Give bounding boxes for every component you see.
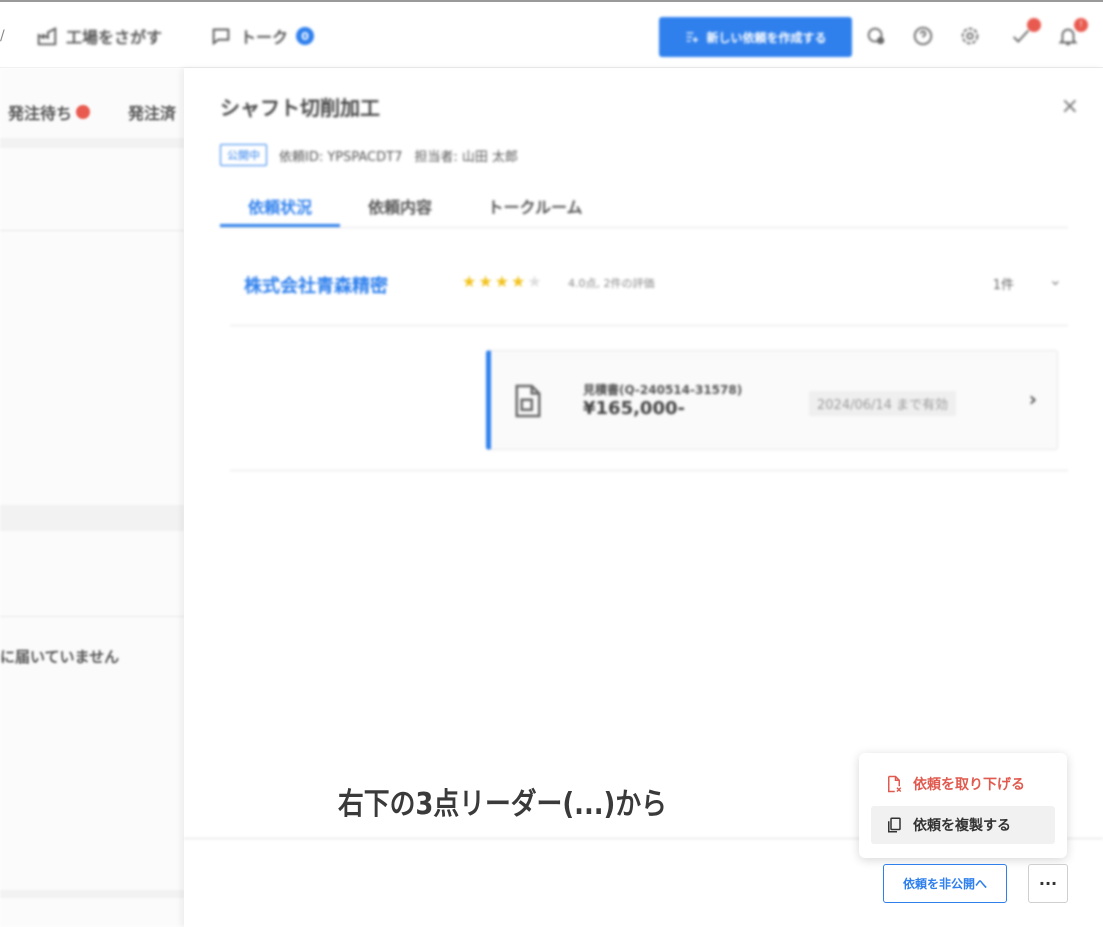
- chevron-right-icon: ›: [1028, 387, 1037, 411]
- copy-icon: [888, 817, 901, 833]
- list-row-divider: [0, 230, 184, 231]
- quote-label: 見積書(Q-240514-31578): [583, 383, 743, 397]
- vendor-rating-stars: ★★★★★: [462, 272, 544, 291]
- new-request-button[interactable]: 新しい依頼を作成する: [659, 17, 852, 57]
- vendor-name[interactable]: 株式会社青森精密: [244, 272, 388, 298]
- add-request-icon: [687, 32, 699, 43]
- vendor-quote-count: 1件: [992, 278, 1014, 293]
- gear-icon[interactable]: [958, 24, 982, 48]
- drawer-tabs: 依頼状況 依頼内容 トークルーム: [220, 190, 1068, 228]
- document-icon: [515, 384, 541, 418]
- menu-item-withdraw-request[interactable]: 依頼を取り下げる: [871, 765, 1055, 803]
- star-filled-icon: ★★★★: [462, 272, 528, 291]
- list-tab-awaiting-order-label: 発注待ち: [8, 104, 73, 123]
- nav-talk-label: トーク: [240, 28, 289, 47]
- tasks-alert-badge: [1027, 18, 1041, 32]
- unpublish-request-button[interactable]: 依頼を非公開へ: [883, 864, 1007, 903]
- request-id: 依頼ID: YPSPACDT7: [279, 149, 403, 165]
- chat-bubble-icon: [212, 28, 230, 46]
- list-tab-ordered[interactable]: 発注済: [128, 100, 176, 124]
- factory-icon: [37, 27, 57, 46]
- request-list-pane: 発注待ち 発注済 に届いていません: [0, 68, 184, 927]
- check-tasks-icon[interactable]: [1009, 18, 1041, 48]
- talk-count-badge: 0: [296, 27, 315, 45]
- bell-icon[interactable]: !: [1056, 18, 1088, 48]
- message-settings-icon[interactable]: [864, 24, 888, 48]
- menu-item-withdraw-label: 依頼を取り下げる: [913, 777, 1025, 793]
- chevron-down-icon[interactable]: ⌄: [1049, 270, 1062, 289]
- top-navigation-bar: / 工場をさがす トーク 0 新しい依頼を作成する !: [0, 0, 1103, 68]
- drawer-title: シャフト切削加工: [220, 96, 380, 120]
- tab-request-details[interactable]: 依頼内容: [340, 190, 460, 227]
- nav-talk[interactable]: トーク 0: [210, 22, 315, 50]
- help-icon[interactable]: [911, 24, 935, 48]
- close-icon[interactable]: ×: [1061, 94, 1079, 119]
- list-divider-band: [0, 138, 184, 148]
- awaiting-order-badge: [76, 105, 91, 119]
- list-empty-message: に届いていません: [0, 648, 120, 666]
- list-divider-band: [0, 890, 184, 898]
- star-empty-icon: ★: [527, 272, 544, 291]
- more-options-button[interactable]: ···: [1028, 864, 1068, 903]
- file-remove-icon: [888, 775, 902, 793]
- menu-item-duplicate-label: 依頼を複製する: [913, 818, 1011, 834]
- more-actions-menu: 依頼を取り下げる 依頼を複製する: [859, 753, 1067, 858]
- list-tab-awaiting-order[interactable]: 発注待ち: [8, 100, 91, 124]
- nav-search-factory[interactable]: 工場をさがす: [36, 22, 162, 50]
- section-divider: [230, 470, 1068, 471]
- instruction-caption: 右下の3点リーダー(...)から: [338, 787, 667, 822]
- nav-edge-mark: /: [0, 28, 5, 44]
- status-badge: 公開中: [220, 144, 267, 166]
- menu-item-duplicate-request[interactable]: 依頼を複製する: [871, 806, 1055, 844]
- nav-search-factory-label: 工場をさがす: [66, 28, 163, 47]
- notification-badge: !: [1074, 18, 1088, 32]
- quote-amount: ¥165,000-: [583, 398, 685, 419]
- quote-valid-until: 2024/06/14 まで有効: [809, 391, 957, 416]
- quote-card[interactable]: 見積書(Q-240514-31578) ¥165,000- 2024/06/14…: [486, 350, 1058, 450]
- vendor-rating-text: 4.0点, 2件の評価: [568, 277, 655, 290]
- tab-talk-room[interactable]: トークルーム: [460, 190, 610, 227]
- list-divider-band: [0, 505, 184, 531]
- request-owner: 担当者: 山田 太郎: [414, 149, 519, 165]
- list-tab-ordered-label: 発注済: [128, 104, 177, 123]
- request-meta: 公開中 依頼ID: YPSPACDT7 担当者: 山田 太郎: [220, 144, 518, 166]
- vendor-row[interactable]: 株式会社青森精密 ★★★★★ 4.0点, 2件の評価 1件 ⌄: [230, 258, 1068, 326]
- tab-request-status[interactable]: 依頼状況: [220, 190, 340, 227]
- new-request-label: 新しい依頼を作成する: [706, 30, 827, 45]
- list-row-divider: [0, 616, 184, 617]
